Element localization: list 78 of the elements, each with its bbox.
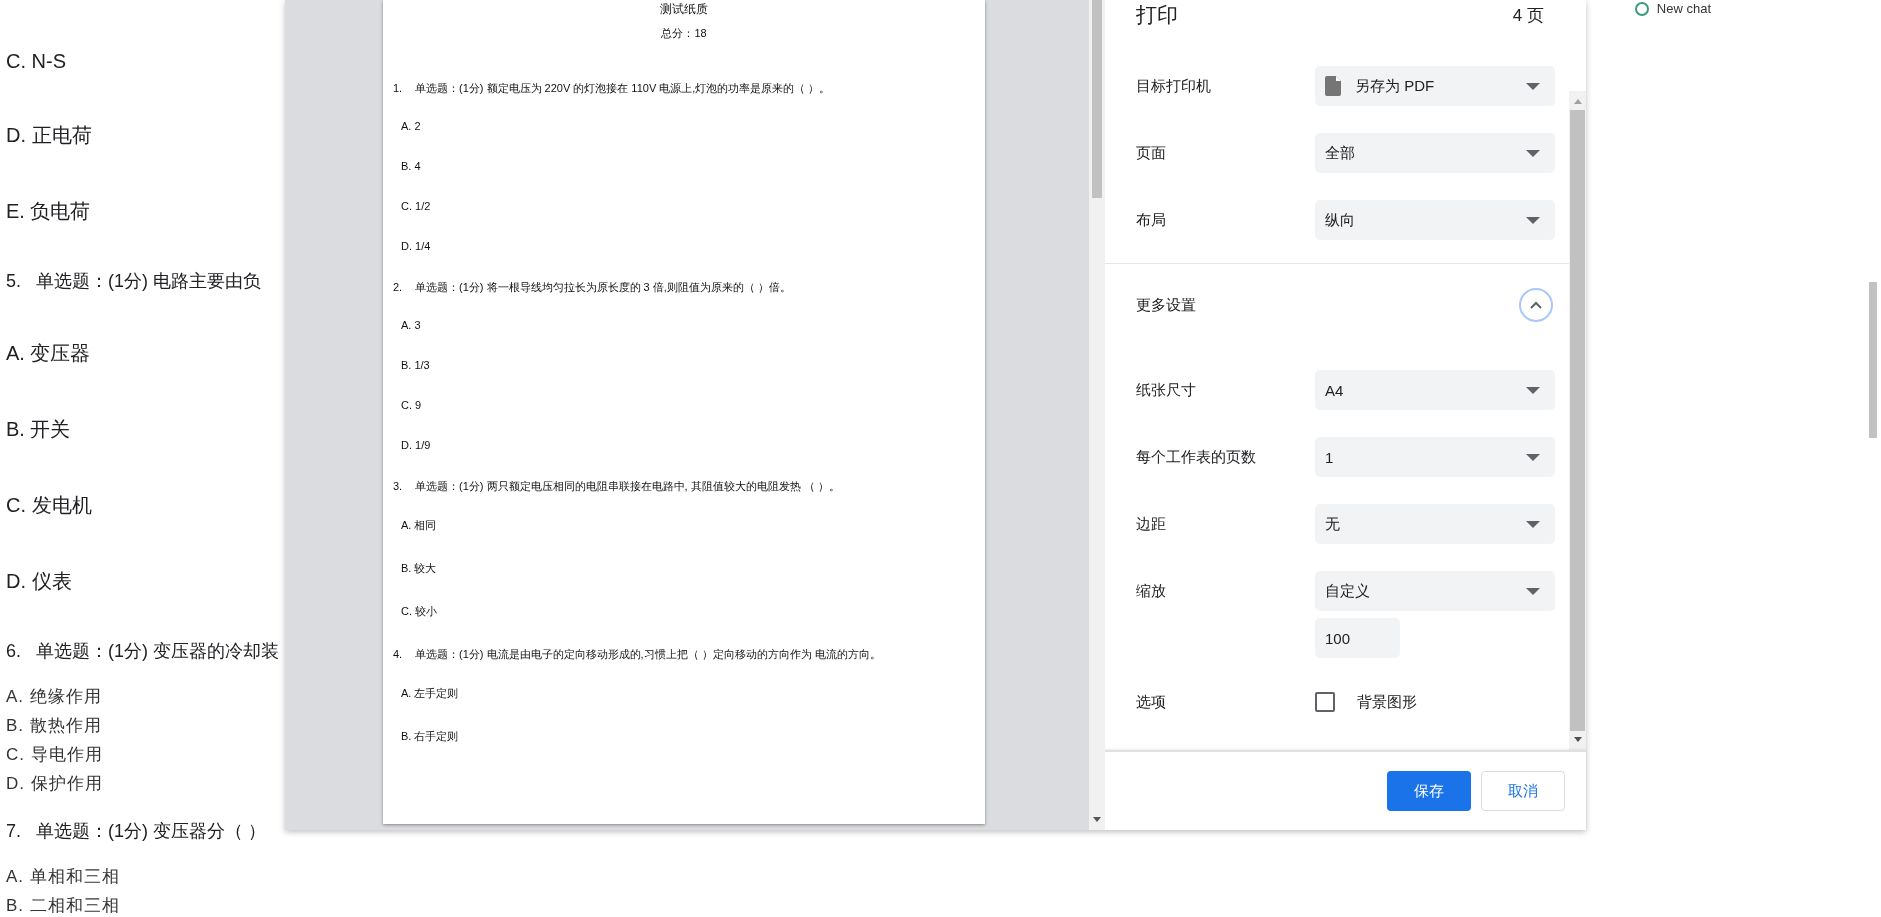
page-count: 4 页 xyxy=(1512,4,1544,27)
answer-option: E. 负电荷 xyxy=(6,198,286,225)
scroll-thumb[interactable] xyxy=(1092,0,1102,198)
answer-option: A. 变压器 xyxy=(6,340,286,367)
answer-option: C. 发电机 xyxy=(6,492,286,519)
dropdown[interactable]: A4 xyxy=(1315,370,1555,410)
scroll-thumb[interactable] xyxy=(1869,282,1877,438)
answer-option: D. 1/9 xyxy=(401,439,975,451)
answer-option: D. 正电荷 xyxy=(6,122,286,149)
setting-label: 更多设置 xyxy=(1136,295,1197,315)
answer-option: C. 较小 xyxy=(401,604,975,619)
caret-icon xyxy=(1526,520,1540,528)
answer-option: B. 二相和三相 xyxy=(6,896,286,916)
question-text: 4. 单选题：(1分) 电流是由电子的定向移动形成的,习惯上把（ ）定向移动的方向作为 电流的方向。 xyxy=(393,647,882,662)
total-score: 总分：18 xyxy=(660,26,708,41)
answer-option: C. N-S xyxy=(6,50,286,73)
answer-option: C. 9 xyxy=(401,399,975,411)
caret-icon xyxy=(1526,149,1540,157)
answer-option: B. 1/3 xyxy=(401,359,975,371)
setting-label: 纸张尺寸 xyxy=(1136,380,1197,400)
caret-icon xyxy=(1526,386,1540,394)
answer-option: B. 较大 xyxy=(401,561,975,576)
dropdown[interactable]: 另存为 PDF xyxy=(1315,66,1555,106)
answer-option: A. 3 xyxy=(401,319,975,331)
caret-icon xyxy=(1526,216,1540,224)
caret-icon xyxy=(1526,587,1540,595)
setting-label: 布局 xyxy=(1136,210,1167,230)
dialog-title: 打印 xyxy=(1136,2,1178,28)
answer-option: A. 绝缘作用 xyxy=(6,687,286,707)
document-title: 测试纸质 xyxy=(659,1,709,18)
answer-option: B. 开关 xyxy=(6,416,286,443)
answer-option: D. 保护作用 xyxy=(6,774,286,794)
setting-label: 每个工作表的页数 xyxy=(1136,447,1257,467)
dropdown[interactable]: 全部 xyxy=(1315,133,1555,173)
scrollbar[interactable] xyxy=(1089,0,1105,830)
scroll-up-icon[interactable] xyxy=(1573,99,1582,104)
dropdown[interactable]: 纵向 xyxy=(1315,200,1555,240)
dropdown[interactable]: 1 xyxy=(1315,437,1555,477)
answer-option: B. 4 xyxy=(401,160,975,172)
answer-option: D. 1/4 xyxy=(401,240,975,252)
checkbox[interactable] xyxy=(1315,692,1335,712)
setting-label: 边距 xyxy=(1136,514,1167,534)
scale-input[interactable]: 100 xyxy=(1315,618,1400,658)
answer-option: A. 左手定则 xyxy=(401,686,975,701)
caret-icon xyxy=(1526,453,1540,461)
scroll-down-icon[interactable] xyxy=(1093,817,1101,822)
collapse-button[interactable] xyxy=(1519,288,1553,322)
answer-option: C. 1/2 xyxy=(401,200,975,212)
question-text: 7. 单选题：(1分) 变压器分（ ） xyxy=(6,820,267,843)
scroll-down-icon[interactable] xyxy=(1573,737,1582,742)
answer-option: B. 散热作用 xyxy=(6,716,286,736)
checkbox-label: 背景图形 xyxy=(1357,692,1417,712)
setting-label: 选项 xyxy=(1136,692,1167,712)
setting-label: 缩放 xyxy=(1136,581,1167,601)
question-text: 5. 单选题：(1分) 电路主要由负 xyxy=(6,270,262,293)
answer-option: D. 仪表 xyxy=(6,568,286,595)
chevron-icon xyxy=(1530,301,1542,309)
answer-option: A. 2 xyxy=(401,120,975,132)
file-icon xyxy=(1325,76,1341,96)
dropdown[interactable]: 无 xyxy=(1315,504,1555,544)
scrollbar[interactable] xyxy=(1569,91,1586,750)
question-text: 1. 单选题：(1分) 额定电压为 220V 的灯泡接在 110V 电源上,灯泡的功率是原来的（ ）。 xyxy=(393,81,832,96)
answer-option: B. 右手定则 xyxy=(401,729,975,744)
question-text: 3. 单选题：(1分) 两只额定电压相同的电阻串联接在电路中, 其阻值较大的电阻发热 （ ）。 xyxy=(393,479,841,494)
dropdown[interactable]: 自定义 xyxy=(1315,571,1555,611)
answer-option: A. 单相和三相 xyxy=(6,867,286,887)
caret-icon xyxy=(1526,82,1540,90)
setting-label: 页面 xyxy=(1136,143,1167,163)
answer-option: C. 导电作用 xyxy=(6,745,286,765)
bookmark[interactable]: New chat xyxy=(1634,0,1711,18)
chat-icon xyxy=(1634,2,1649,16)
question-text: 6. 单选题：(1分) 变压器的冷却装 xyxy=(6,640,280,663)
cancel-button[interactable]: 取消 xyxy=(1481,771,1565,811)
answer-option: A. 相同 xyxy=(401,518,975,533)
setting-label: 目标打印机 xyxy=(1136,76,1212,96)
scroll-thumb[interactable] xyxy=(1570,110,1585,731)
save-button[interactable]: 保存 xyxy=(1387,771,1471,811)
question-text: 2. 单选题：(1分) 将一根导线均匀拉长为原长度的 3 倍,则阻值为原来的（ ）倍。 xyxy=(393,280,792,295)
